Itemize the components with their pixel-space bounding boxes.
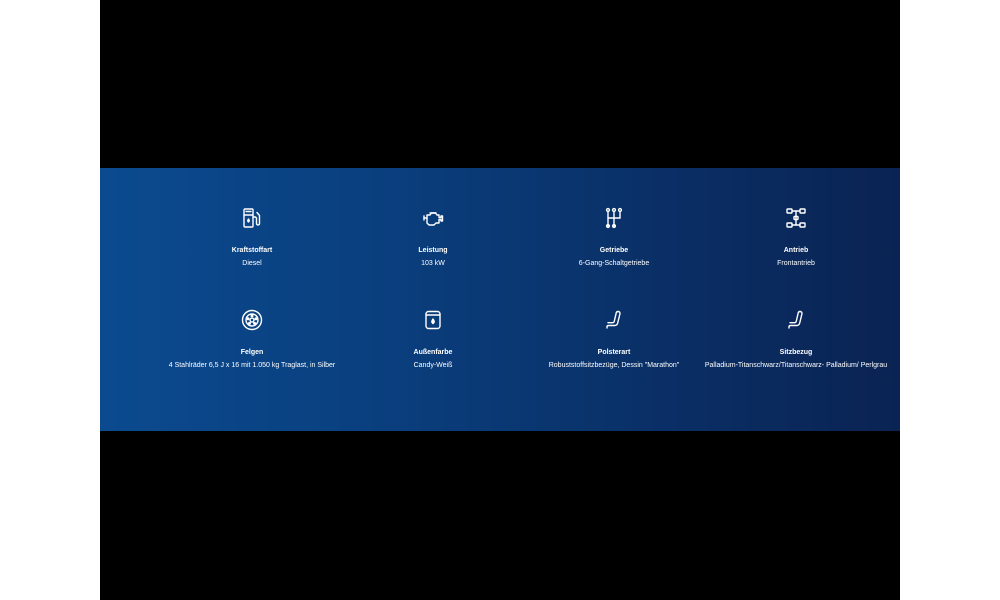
- spec-item-sitzbezug: Sitzbezug Palladium-Titanschwarz/Titansc…: [696, 308, 896, 370]
- spec-label: Kraftstoffart: [231, 247, 273, 254]
- drivetrain-icon: [784, 206, 808, 230]
- seat-icon: [602, 308, 626, 332]
- viewport: Kraftstoffart Diesel Leistung 103 kW Get…: [100, 0, 900, 600]
- spec-value: Frontantrieb: [777, 260, 815, 267]
- spec-label: Leistung: [418, 247, 448, 254]
- spec-item-getriebe: Getriebe 6-Gang-Schaltgetriebe: [514, 206, 714, 268]
- spec-item-felgen: Felgen 4 Stahlräder 6,5 J x 16 mit 1.050…: [152, 308, 352, 370]
- spec-value: 6-Gang-Schaltgetriebe: [578, 260, 650, 267]
- wheel-icon: [240, 308, 264, 332]
- spec-item-polsterart: Polsterart Robuststoffsitzbezüge, Dessin…: [514, 308, 714, 370]
- spec-label: Getriebe: [599, 247, 629, 254]
- spec-item-leistung: Leistung 103 kW: [333, 206, 533, 268]
- spec-label: Antrieb: [783, 247, 809, 254]
- seat-icon: [784, 308, 808, 332]
- spec-label: Polsterart: [597, 349, 631, 356]
- spec-item-aussenfarbe: Außenfarbe Candy-Weiß: [333, 308, 533, 370]
- spec-value: Candy-Weiß: [413, 362, 453, 369]
- spec-item-antrieb: Antrieb Frontantrieb: [696, 206, 896, 268]
- spec-value: 103 kW: [421, 260, 445, 267]
- paint-can-icon: [421, 308, 445, 332]
- fuel-pump-icon: [240, 206, 264, 230]
- spec-label: Sitzbezug: [779, 349, 813, 356]
- spec-value: Diesel: [242, 260, 262, 267]
- engine-icon: [421, 206, 445, 230]
- specs-grid: Kraftstoffart Diesel Leistung 103 kW Get…: [100, 168, 900, 431]
- spec-item-kraftstoffart: Kraftstoffart Diesel: [152, 206, 352, 268]
- technical-specs-panel: Kraftstoffart Diesel Leistung 103 kW Get…: [100, 168, 900, 431]
- spec-label: Außenfarbe: [413, 349, 453, 356]
- gearshift-icon: [602, 206, 626, 230]
- spec-value: 4 Stahlräder 6,5 J x 16 mit 1.050 kg Tra…: [168, 362, 336, 369]
- spec-value: Palladium-Titanschwarz/Titanschwarz- Pal…: [704, 362, 888, 369]
- spec-value: Robuststoffsitzbezüge, Dessin "Marathon": [548, 362, 680, 369]
- spec-label: Felgen: [240, 349, 264, 356]
